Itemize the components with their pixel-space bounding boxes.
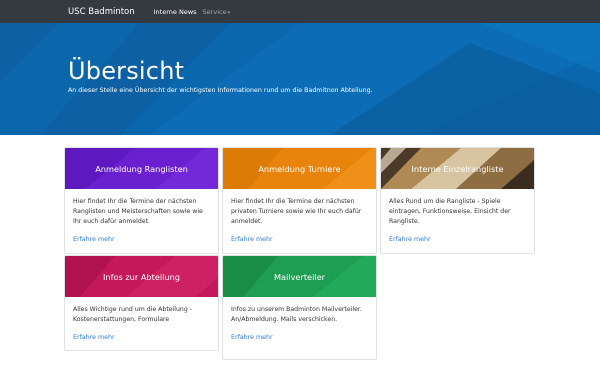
card-body: Hier findet Ihr die Termine der nächsten… xyxy=(65,189,218,251)
page-title: Übersicht xyxy=(68,57,185,85)
card-title: Infos zur Abteilung xyxy=(103,271,180,282)
card-header: Mailverteiler xyxy=(223,256,376,297)
erfahre-mehr-link[interactable]: Erfahre mehr xyxy=(389,236,526,243)
card-text: Alles Rund um die Rangliste - Spiele ein… xyxy=(389,198,511,225)
card-body: Alles Rund um die Rangliste - Spiele ein… xyxy=(381,189,534,251)
card-body: Alles Wichtige rund um die Abteilung - K… xyxy=(65,297,218,349)
card-text: Hier findet Ihr die Termine der nächsten… xyxy=(73,198,203,225)
card-body: Hier findet Ihr die Termine der nächsten… xyxy=(223,189,376,251)
card-title: Anmeldung Ranglisten xyxy=(95,163,188,174)
hero-jumbotron: Übersicht An dieser Stelle eine Übersich… xyxy=(0,23,600,135)
card-title: Mailverteiler xyxy=(273,271,326,282)
card-header: Anmeldung Turniere xyxy=(223,148,376,189)
card-infos-zur-abteilung: Infos zur Abteilung Alles Wichtige rund … xyxy=(64,255,219,351)
erfahre-mehr-link[interactable]: Erfahre mehr xyxy=(231,334,368,341)
nav-item-interne-news[interactable]: Interne News xyxy=(154,8,197,16)
erfahre-mehr-link[interactable]: Erfahre mehr xyxy=(231,236,368,243)
caret-down-icon: ▾ xyxy=(227,9,231,16)
nav-item-service[interactable]: Service▾ xyxy=(203,8,231,16)
erfahre-mehr-link[interactable]: Erfahre mehr xyxy=(73,334,210,341)
hero-lead-text: An dieser Stelle eine Übersicht der wich… xyxy=(68,87,373,94)
card-anmeldung-ranglisten: Anmeldung Ranglisten Hier findet Ihr die… xyxy=(64,147,219,254)
card-header: Infos zur Abteilung xyxy=(65,256,218,297)
card-anmeldung-turniere: Anmeldung Turniere Hier findet Ihr die T… xyxy=(222,147,377,254)
card-text: Hier findet Ihr die Termine der nächsten… xyxy=(231,198,362,225)
card-header-image: Interne Einzelrangliste xyxy=(381,148,534,189)
card-interne-einzelrangliste: Interne Einzelrangliste Alles Rund um di… xyxy=(380,147,535,254)
card-text: Alles Wichtige rund um die Abteilung - K… xyxy=(73,306,192,323)
card-title: Interne Einzelrangliste xyxy=(411,163,504,174)
top-navbar: USC Badminton Interne News Service▾ xyxy=(0,0,600,23)
brand-link[interactable]: USC Badminton xyxy=(68,7,135,17)
card-mailverteiler: Mailverteiler Infos zu unserem Badminton… xyxy=(222,255,377,360)
nav-item-service-label: Service xyxy=(202,7,227,16)
erfahre-mehr-link[interactable]: Erfahre mehr xyxy=(73,236,210,243)
card-text: Infos zu unserem Badminton Mailverteiler… xyxy=(231,306,362,323)
card-body: Infos zu unserem Badminton Mailverteiler… xyxy=(223,297,376,349)
card-header: Anmeldung Ranglisten xyxy=(65,148,218,189)
card-title: Anmeldung Turniere xyxy=(258,163,341,174)
